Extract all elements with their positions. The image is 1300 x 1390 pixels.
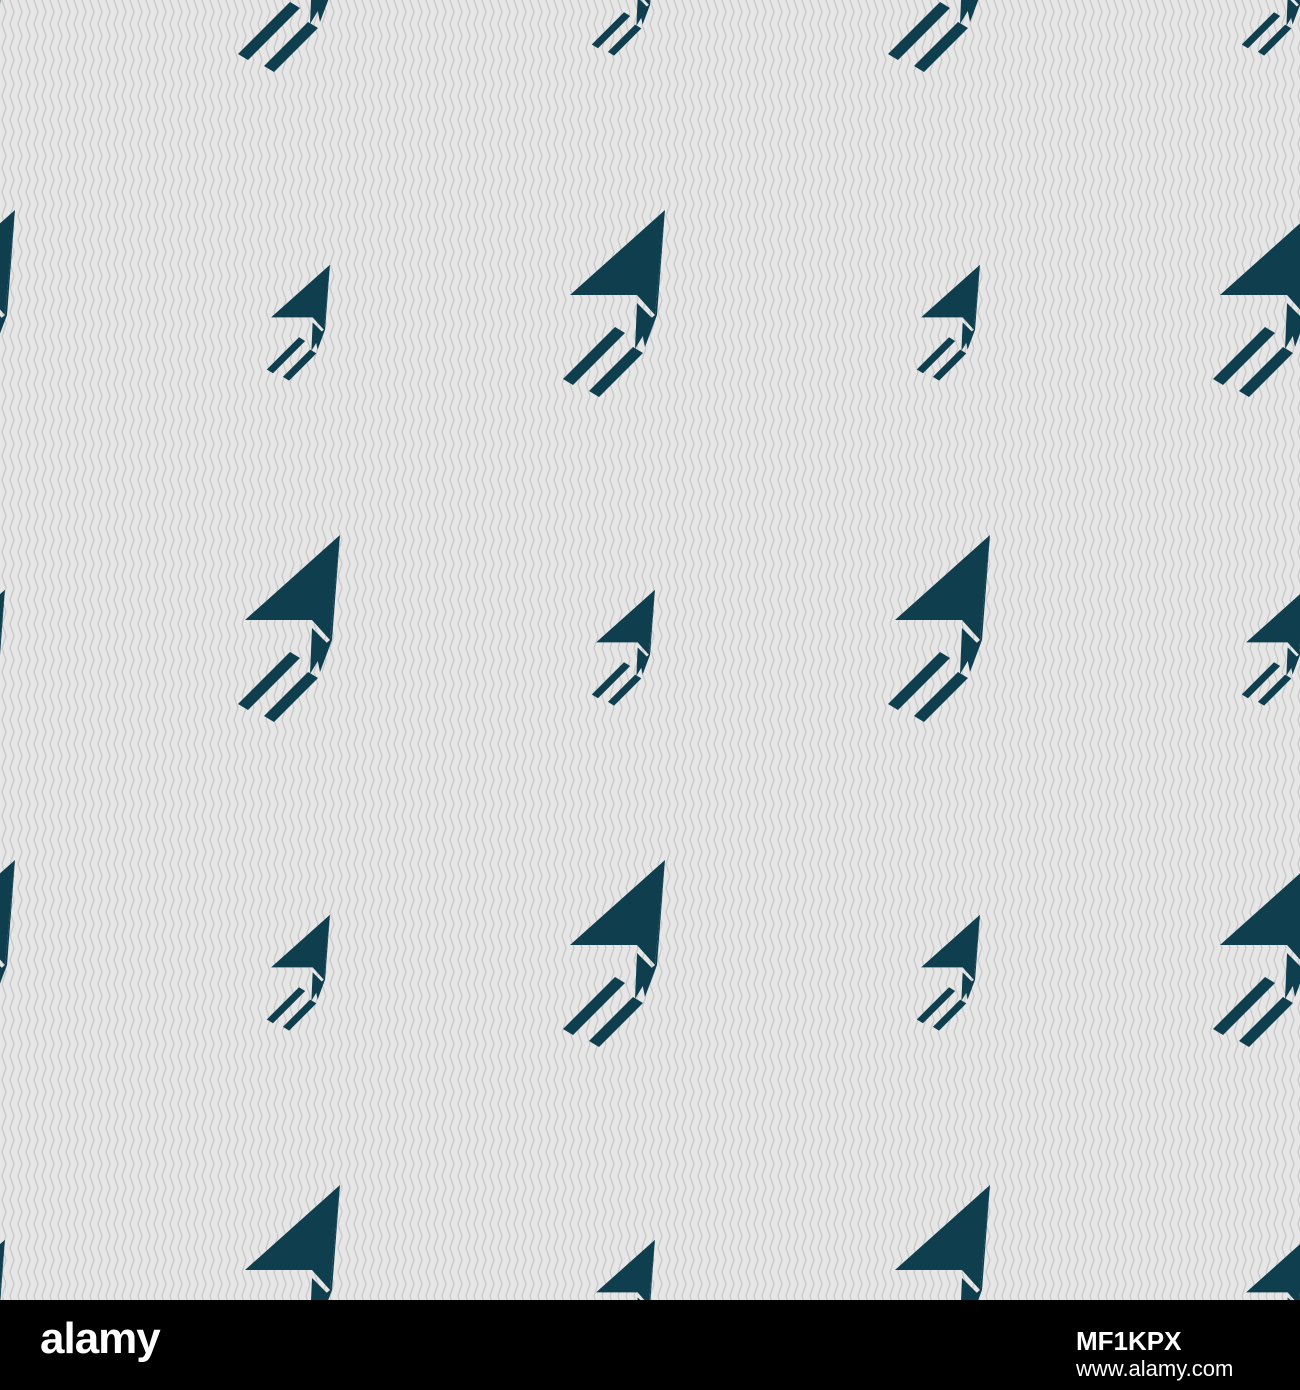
seamless-pattern <box>0 0 1300 1300</box>
pattern-canvas <box>0 0 1300 1300</box>
alamy-logo: alamy <box>40 1314 161 1363</box>
watermark-footer: alamy MF1KPX www.alamy.com <box>0 1300 1300 1390</box>
image-id: MF1KPX <box>1076 1326 1182 1356</box>
site-url: www.alamy.com <box>1076 1356 1234 1381</box>
